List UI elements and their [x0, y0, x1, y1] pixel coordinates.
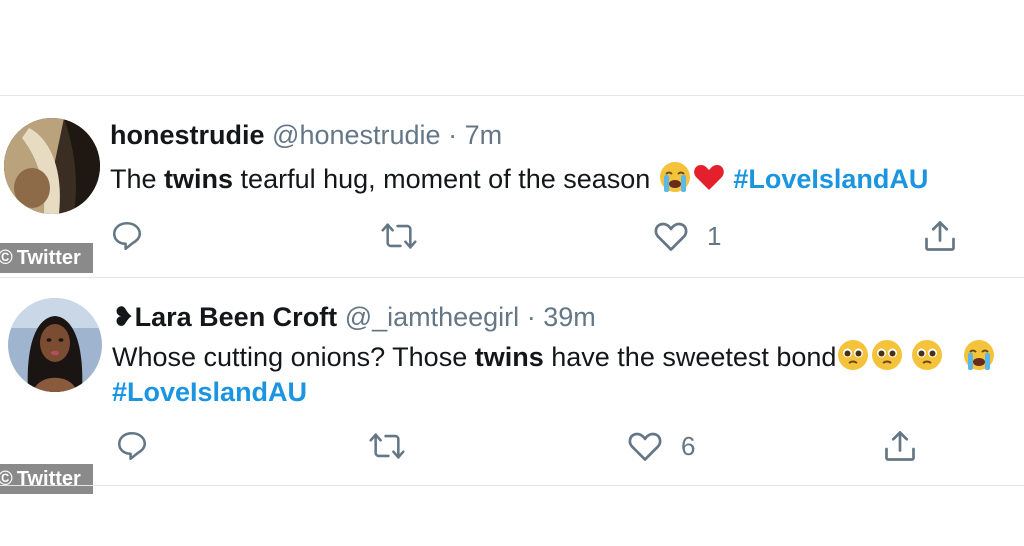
like-count: 1 — [707, 220, 722, 251]
tweet-text-line-2: #LoveIslandAU — [112, 374, 307, 410]
retweet-icon — [369, 433, 405, 459]
twitter-watermark: © Twitter — [0, 243, 93, 273]
hashtag-link[interactable]: #LoveIslandAU — [733, 164, 928, 194]
watermark-label: Twitter — [16, 247, 81, 269]
tweet[interactable]: honestrudie @honestrudie · 7m The twins … — [0, 96, 1024, 276]
copyright-symbol: © — [0, 247, 13, 269]
separator-dot: · — [448, 120, 458, 150]
text-segment: Whose cutting onions? Those — [112, 342, 475, 372]
pleading-face-icon — [912, 340, 943, 370]
tweet-text: Whose cutting onions? Those twins have t… — [112, 338, 996, 375]
like-button[interactable]: 6 — [627, 428, 695, 464]
avatar[interactable] — [8, 298, 102, 392]
page: honestrudie @honestrudie · 7m The twins … — [0, 0, 1024, 546]
share-button[interactable] — [922, 218, 958, 254]
display-name[interactable]: ❥Lara Been Croft — [112, 302, 337, 332]
user-handle[interactable]: @honestrudie — [272, 120, 441, 150]
tweet-header: ❥Lara Been Croft @_iamtheegirl · 39m — [112, 300, 596, 334]
tweet[interactable]: ❥Lara Been Croft @_iamtheegirl · 39m Who… — [0, 278, 1024, 494]
loudly-crying-face-icon — [659, 162, 690, 192]
like-button[interactable]: 1 — [653, 218, 721, 254]
hashtag-link[interactable]: #LoveIslandAU — [112, 377, 307, 407]
pleading-face-icon — [838, 340, 869, 370]
text-segment: tearful hug, moment of the season — [233, 164, 651, 194]
separator-dot: · — [526, 302, 536, 332]
pleading-face-icon — [872, 340, 903, 370]
text-segment: have the sweetest bond — [543, 342, 837, 372]
reply-button[interactable] — [110, 218, 144, 254]
avatar[interactable] — [4, 118, 100, 214]
text-bold-segment: twins — [164, 164, 234, 194]
copyright-symbol: © — [0, 468, 13, 490]
retweet-icon — [381, 223, 417, 249]
like-count: 6 — [681, 430, 696, 461]
share-button[interactable] — [882, 428, 918, 464]
reply-button[interactable] — [115, 428, 149, 464]
name-prefix-symbol: ❥ — [112, 302, 135, 332]
display-name-text: Lara Been Croft — [134, 302, 338, 332]
divider — [0, 485, 1024, 486]
like-icon — [628, 432, 662, 461]
watermark-label: Twitter — [16, 468, 81, 490]
retweet-button[interactable] — [380, 218, 418, 254]
tweet-actions: 1 — [0, 218, 1024, 258]
like-icon — [654, 222, 688, 251]
tweet-header: honestrudie @honestrudie · 7m — [110, 118, 502, 152]
tweet-actions: 6 — [0, 428, 1024, 468]
timestamp[interactable]: 39m — [543, 302, 596, 332]
text-bold-segment: twins — [474, 342, 544, 372]
user-handle[interactable]: @_iamtheegirl — [345, 302, 520, 332]
timestamp[interactable]: 7m — [465, 120, 503, 150]
loudly-crying-face-icon — [964, 340, 995, 370]
twitter-watermark: © Twitter — [0, 464, 93, 494]
retweet-button[interactable] — [368, 428, 406, 464]
red-heart-icon — [693, 165, 724, 190]
display-name[interactable]: honestrudie — [110, 120, 265, 150]
text-segment: The — [110, 164, 165, 194]
tweet-text: The twins tearful hug, moment of the sea… — [110, 160, 928, 197]
share-icon — [885, 431, 915, 461]
reply-icon — [112, 221, 142, 251]
share-icon — [925, 221, 955, 251]
reply-icon — [117, 431, 147, 461]
